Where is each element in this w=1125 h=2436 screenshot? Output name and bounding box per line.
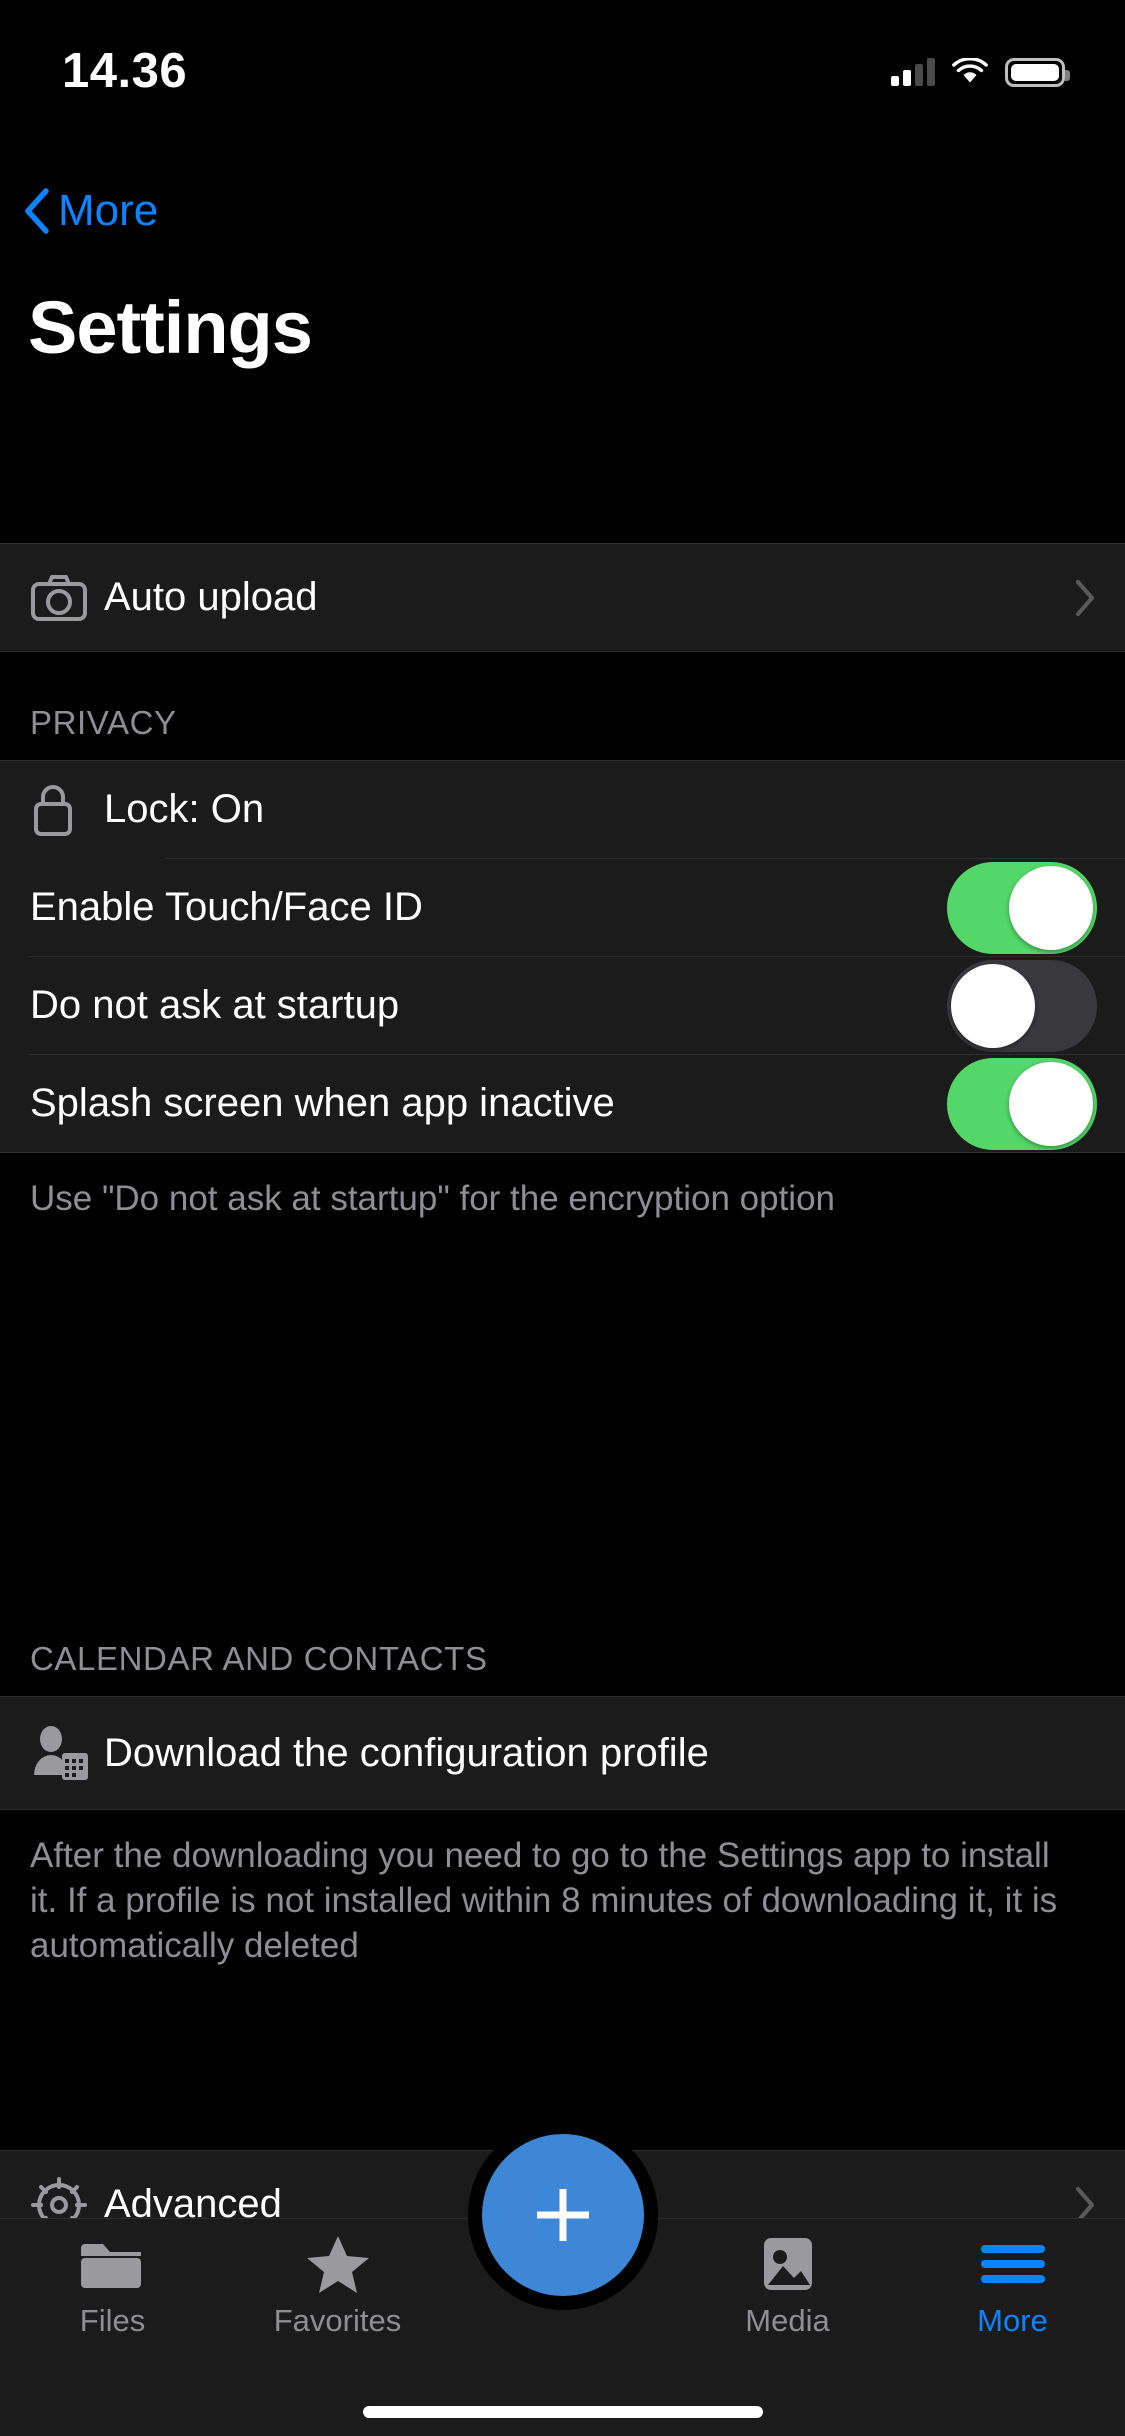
add-button[interactable] bbox=[481, 2134, 644, 2296]
row-download-configuration-profile[interactable]: Download the configuration profile bbox=[0, 1697, 1125, 1809]
page-title: Settings bbox=[28, 286, 313, 369]
toggle-do-not-ask-at-startup[interactable] bbox=[947, 959, 1097, 1052]
tab-more[interactable]: More bbox=[900, 2235, 1125, 2339]
tab-files[interactable]: Files bbox=[0, 2235, 225, 2339]
status-bar: 14.36 bbox=[0, 0, 1125, 132]
tab-favorites[interactable]: Favorites bbox=[225, 2235, 450, 2339]
battery-icon bbox=[1005, 57, 1070, 87]
tab-label: Files bbox=[79, 2303, 146, 2338]
wifi-icon bbox=[952, 58, 988, 83]
privacy-section: PRIVACY Lock: On Enable Touch/Face ID Do… bbox=[0, 652, 1125, 1222]
home-indicator bbox=[362, 2406, 763, 2418]
row-enable-touch-face-id[interactable]: Enable Touch/Face ID bbox=[0, 859, 1125, 956]
row-label: Download the configuration profile bbox=[104, 1730, 709, 1775]
back-button-label: More bbox=[58, 186, 159, 235]
chevron-right-icon bbox=[1076, 579, 1094, 616]
section-header-calendar-contacts: CALENDAR AND CONTACTS bbox=[0, 1588, 1125, 1696]
tab-label: Favorites bbox=[273, 2303, 402, 2338]
row-label: Do not ask at startup bbox=[30, 983, 400, 1027]
row-lock[interactable]: Lock: On bbox=[0, 761, 1125, 858]
folder-icon bbox=[77, 2235, 149, 2293]
camera-icon bbox=[30, 574, 104, 622]
calendar-contacts-footnote: After the downloading you need to go to … bbox=[0, 1810, 1125, 1969]
status-indicators bbox=[891, 57, 1070, 87]
back-button[interactable]: More bbox=[22, 186, 158, 236]
auto-upload-group: Auto upload bbox=[0, 543, 1125, 652]
privacy-group: Lock: On Enable Touch/Face ID Do not ask… bbox=[0, 760, 1125, 1153]
tab-label: Media bbox=[745, 2303, 830, 2338]
status-time: 14.36 bbox=[62, 44, 188, 98]
hamburger-icon bbox=[977, 2235, 1049, 2293]
calendar-contacts-section: CALENDAR AND CONTACTS Download the confi… bbox=[0, 1588, 1125, 1969]
chevron-left-icon bbox=[25, 188, 49, 234]
section-header-privacy: PRIVACY bbox=[0, 652, 1125, 760]
lock-icon bbox=[30, 782, 104, 838]
star-icon bbox=[306, 2235, 370, 2293]
calendar-contacts-group: Download the configuration profile bbox=[0, 1696, 1125, 1810]
toggle-splash-screen[interactable] bbox=[947, 1057, 1097, 1150]
row-label: Lock: On bbox=[104, 787, 265, 831]
row-do-not-ask-at-startup[interactable]: Do not ask at startup bbox=[0, 957, 1125, 1054]
cellular-signal-icon bbox=[891, 58, 935, 86]
row-auto-upload[interactable]: Auto upload bbox=[0, 544, 1125, 651]
privacy-footnote: Use "Do not ask at startup" for the encr… bbox=[0, 1153, 1125, 1222]
plus-icon bbox=[536, 2189, 589, 2241]
app-screen: 14.36 More Settings Auto upload PRIVACY … bbox=[0, 0, 1125, 2436]
photo-icon bbox=[760, 2235, 816, 2293]
tab-media[interactable]: Media bbox=[675, 2235, 900, 2339]
row-label: Enable Touch/Face ID bbox=[30, 885, 423, 929]
tab-label: More bbox=[977, 2303, 1048, 2338]
person-calendar-icon bbox=[30, 1723, 104, 1783]
row-label: Auto upload bbox=[104, 575, 318, 619]
row-splash-screen[interactable]: Splash screen when app inactive bbox=[0, 1055, 1125, 1152]
row-label: Splash screen when app inactive bbox=[30, 1081, 615, 1125]
toggle-enable-touch-face-id[interactable] bbox=[947, 861, 1097, 954]
